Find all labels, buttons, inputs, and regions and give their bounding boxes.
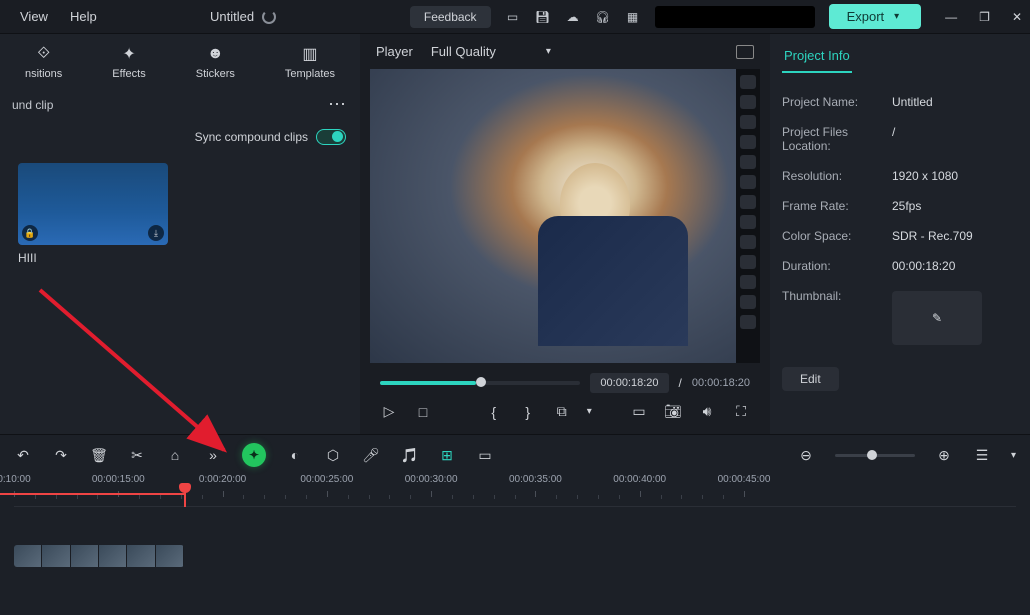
clip-thumbnail[interactable]: 🔒 ⤓ [18,163,168,245]
minimize-button[interactable]: — [945,10,957,24]
bracket-out-icon[interactable]: } [519,404,537,420]
mic-icon[interactable]: 🎤︎ [362,447,380,464]
tab-stickers[interactable]: ☻Stickers [196,44,235,80]
cloud-icon[interactable]: ☁ [565,9,581,25]
color-icon[interactable]: ◐ [286,447,304,463]
layout-icon[interactable]: ☰ [973,447,991,464]
timeline: ↶ ↷ 🗑︎ ✂ ⌂ » ✦ ◐ ⬡ 🎤︎ 🎵︎ ⊞ ▭ ⊖ ⊕ ☰ ▾ 0:1… [0,434,1030,615]
player-label: Player [376,44,413,59]
framerate-value: 25fps [892,199,1018,213]
bracket-in-icon[interactable]: { [485,404,503,420]
project-location-label: Project Files Location: [782,125,892,153]
cut-icon[interactable]: ✂ [128,447,146,464]
screen-icon[interactable]: ▭ [630,403,648,420]
menu-help[interactable]: Help [70,9,97,24]
ai-icon[interactable]: ✦ [242,443,266,467]
film-strip [736,69,760,363]
fullscreen-icon[interactable]: ⛶ [732,403,750,420]
selection-zone [0,493,184,495]
sync-toggle[interactable] [316,129,346,145]
grid-icon[interactable]: ▦ [625,9,641,25]
quality-dropdown[interactable]: Full Quality▾ [431,44,551,59]
framerate-label: Frame Rate: [782,199,892,213]
stop-button[interactable]: □ [414,404,432,420]
left-panel: ⟐nsitions ✦Effects ☻Stickers ▥Templates … [0,34,360,434]
aspect-icon[interactable]: ⧉ [553,403,571,420]
adjust-icon[interactable]: ▭ [476,447,494,464]
close-button[interactable]: ✕ [1012,10,1022,24]
more-icon[interactable]: ⋯ [328,94,348,115]
time-current: 00:00:18:20 [590,373,668,393]
delete-icon[interactable]: 🗑︎ [90,447,108,464]
thumbnail-box[interactable]: ✎ [892,291,982,345]
clip-header-label: und clip [12,98,53,112]
save-icon[interactable]: 💾︎ [535,9,551,25]
maximize-button[interactable]: ❐ [979,10,990,24]
project-name-value: Untitled [892,95,1018,109]
download-icon: ⤓ [148,225,164,241]
music-icon[interactable]: 🎵︎ [400,447,418,464]
feedback-button[interactable]: Feedback [410,6,491,28]
document-title: Untitled [210,9,254,24]
timeline-tracks[interactable] [0,545,1030,567]
snapshot-icon[interactable]: 📷︎ [664,403,682,420]
zoom-slider[interactable] [835,454,915,457]
right-panel: Project Info Project Name:Untitled Proje… [770,34,1030,434]
time-total: 00:00:18:20 [692,377,750,389]
play-button[interactable]: ▷ [380,403,398,420]
lock-icon: 🔒 [22,225,38,241]
thumbnail-label: Thumbnail: [782,289,892,345]
main-area: ⟐nsitions ✦Effects ☻Stickers ▥Templates … [0,34,1030,434]
zoom-out-icon[interactable]: ⊖ [797,447,815,464]
zoom-in-icon[interactable]: ⊕ [935,447,953,464]
resolution-label: Resolution: [782,169,892,183]
chevron-right-icon[interactable]: » [204,447,222,463]
project-name-label: Project Name: [782,95,892,109]
gallery-icon[interactable] [736,45,754,59]
player-panel: Player Full Quality▾ 00:00:18:20 / 00:00… [360,34,770,434]
tab-transitions[interactable]: ⟐nsitions [25,44,62,80]
timeline-ruler[interactable]: 0:10:0000:00:15:000:00:20:0000:00:25:000… [0,475,1030,507]
top-bar: View Help Untitled Feedback ▭ 💾︎ ☁ 🎧︎ ▦ … [0,0,1030,34]
volume-icon[interactable]: 🔊︎ [698,403,716,420]
project-info-tab[interactable]: Project Info [782,44,852,73]
colorspace-label: Color Space: [782,229,892,243]
mask-icon[interactable]: ⬡ [324,447,342,464]
video-content [370,69,736,363]
playhead[interactable] [184,489,186,507]
track-clip[interactable] [14,545,184,567]
export-button[interactable]: Export▾ [829,4,922,29]
resolution-value: 1920 x 1080 [892,169,1018,183]
project-location-value: / [892,125,1018,153]
robot-icon[interactable]: ⊞ [438,447,456,464]
headset-icon[interactable]: 🎧︎ [595,9,611,25]
sync-label: Sync compound clips [195,130,308,144]
tab-templates[interactable]: ▥Templates [285,44,335,80]
pencil-icon: ✎ [932,311,942,325]
redo-icon[interactable]: ↷ [52,447,70,464]
undo-icon[interactable]: ↶ [14,447,32,464]
colorspace-value: SDR - Rec.709 [892,229,1018,243]
templates-icon: ▥ [299,44,321,64]
transitions-icon: ⟐ [33,44,55,64]
menu-view[interactable]: View [20,9,48,24]
stickers-icon: ☻ [204,44,226,64]
duration-label: Duration: [782,259,892,273]
effects-icon: ✦ [118,44,140,64]
blackbox [655,6,815,28]
scrub-bar[interactable] [380,381,580,385]
monitor-icon[interactable]: ▭ [505,9,521,25]
duration-value: 00:00:18:20 [892,259,1018,273]
edit-button[interactable]: Edit [782,367,839,391]
refresh-icon[interactable] [262,10,276,24]
video-viewer[interactable] [370,69,760,363]
clip-name: HIII [18,251,342,265]
crop-icon[interactable]: ⌂ [166,447,184,463]
time-sep: / [679,376,682,390]
tab-effects[interactable]: ✦Effects [112,44,145,80]
